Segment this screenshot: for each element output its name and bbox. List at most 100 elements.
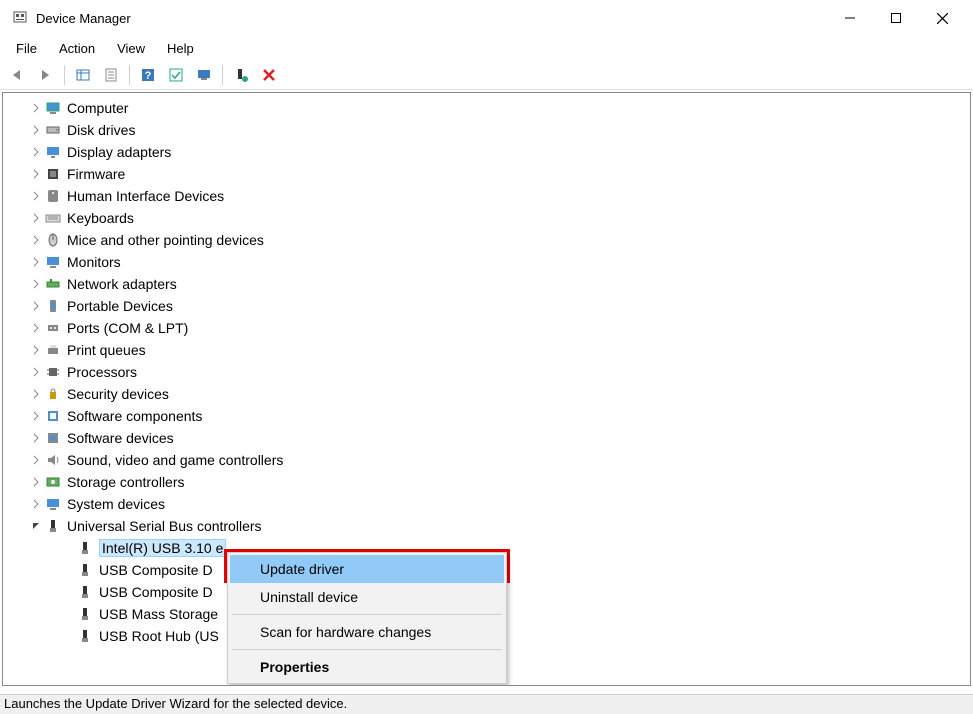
maximize-button[interactable] [873, 3, 919, 33]
menu-help[interactable]: Help [157, 39, 204, 58]
tree-category[interactable]: Ports (COM & LPT) [29, 317, 970, 339]
portable-icon [45, 298, 61, 314]
status-text: Launches the Update Driver Wizard for th… [4, 696, 347, 711]
forward-button[interactable] [34, 63, 58, 87]
expand-chevron-icon[interactable] [29, 323, 43, 333]
scan-button[interactable] [164, 63, 188, 87]
properties-button[interactable] [99, 63, 123, 87]
ctx-properties[interactable]: Properties [230, 653, 504, 681]
minimize-button[interactable] [827, 3, 873, 33]
tree-category[interactable]: Mice and other pointing devices [29, 229, 970, 251]
firmware-icon [45, 166, 61, 182]
expand-chevron-icon[interactable] [29, 367, 43, 377]
ports-icon [45, 320, 61, 336]
category-label: Software components [67, 408, 202, 424]
svg-text:?: ? [145, 70, 152, 82]
enable-button[interactable] [229, 63, 253, 87]
tree-category[interactable]: Monitors [29, 251, 970, 273]
uninstall-button[interactable] [257, 63, 281, 87]
expand-chevron-icon[interactable] [29, 103, 43, 113]
tree-category[interactable]: Processors [29, 361, 970, 383]
expand-chevron-icon[interactable] [29, 191, 43, 201]
category-label: System devices [67, 496, 165, 512]
expand-chevron-icon[interactable] [29, 125, 43, 135]
category-label: Ports (COM & LPT) [67, 320, 188, 336]
ctx-scan-hardware[interactable]: Scan for hardware changes [230, 618, 504, 646]
ctx-uninstall-device[interactable]: Uninstall device [230, 583, 504, 611]
monitor-icon [45, 254, 61, 270]
tree-category[interactable]: Firmware [29, 163, 970, 185]
tree-category[interactable]: Software devices [29, 427, 970, 449]
storage-icon [45, 474, 61, 490]
category-label: Monitors [67, 254, 121, 270]
usb-device-icon [77, 540, 93, 556]
tree-category[interactable]: Security devices [29, 383, 970, 405]
category-label: Network adapters [67, 276, 177, 292]
category-label: Mice and other pointing devices [67, 232, 264, 248]
tree-category[interactable]: Sound, video and game controllers [29, 449, 970, 471]
expand-chevron-icon[interactable] [29, 235, 43, 245]
tree-category[interactable]: Storage controllers [29, 471, 970, 493]
expand-chevron-icon[interactable] [29, 147, 43, 157]
category-label: Universal Serial Bus controllers [67, 518, 262, 534]
expand-chevron-icon[interactable] [29, 411, 43, 421]
ctx-update-driver[interactable]: Update driver [230, 555, 504, 583]
status-bar: Launches the Update Driver Wizard for th… [0, 694, 973, 714]
tree-category[interactable]: Keyboards [29, 207, 970, 229]
display-icon [45, 144, 61, 160]
tree-category[interactable]: Display adapters [29, 141, 970, 163]
expand-chevron-icon[interactable] [29, 455, 43, 465]
tree-category[interactable]: Disk drives [29, 119, 970, 141]
category-label: Processors [67, 364, 137, 380]
device-label: Intel(R) USB 3.10 e [102, 540, 223, 556]
tree-category[interactable]: Portable Devices [29, 295, 970, 317]
usb-device-icon [77, 562, 93, 578]
device-label: USB Root Hub (US [99, 628, 219, 644]
tree-category[interactable]: Computer [29, 97, 970, 119]
tree-category[interactable]: Universal Serial Bus controllers [29, 515, 970, 537]
mouse-icon [45, 232, 61, 248]
expand-chevron-icon[interactable] [29, 521, 43, 531]
expand-chevron-icon[interactable] [29, 279, 43, 289]
category-label: Sound, video and game controllers [67, 452, 283, 468]
sound-icon [45, 452, 61, 468]
category-label: Display adapters [67, 144, 171, 160]
category-label: Human Interface Devices [67, 188, 224, 204]
expand-chevron-icon[interactable] [29, 477, 43, 487]
ctx-separator [232, 649, 502, 650]
content-area: Computer Disk drives Display adapters Firmw… [2, 92, 971, 686]
expand-chevron-icon[interactable] [29, 389, 43, 399]
usb-icon [45, 518, 61, 534]
usb-device-icon [77, 628, 93, 644]
expand-chevron-icon[interactable] [29, 213, 43, 223]
window-controls [827, 3, 965, 33]
context-menu: Update driver Uninstall device Scan for … [227, 552, 507, 684]
update-driver-button[interactable] [192, 63, 216, 87]
toolbar-separator [129, 65, 130, 85]
back-button[interactable] [6, 63, 30, 87]
expand-chevron-icon[interactable] [29, 499, 43, 509]
expand-chevron-icon[interactable] [29, 169, 43, 179]
tree-category[interactable]: Human Interface Devices [29, 185, 970, 207]
tree-category[interactable]: System devices [29, 493, 970, 515]
expand-chevron-icon[interactable] [29, 433, 43, 443]
tree-category[interactable]: Print queues [29, 339, 970, 361]
help-button[interactable]: ? [136, 63, 160, 87]
show-hidden-button[interactable] [71, 63, 95, 87]
category-label: Computer [67, 100, 128, 116]
computer-icon [45, 100, 61, 116]
toolbar: ? [0, 60, 973, 90]
device-label: USB Composite D [99, 584, 213, 600]
expand-chevron-icon[interactable] [29, 345, 43, 355]
menu-action[interactable]: Action [49, 39, 105, 58]
tree-category[interactable]: Network adapters [29, 273, 970, 295]
menu-view[interactable]: View [107, 39, 155, 58]
tree-category[interactable]: Software components [29, 405, 970, 427]
window-title: Device Manager [36, 11, 827, 26]
expand-chevron-icon[interactable] [29, 257, 43, 267]
network-icon [45, 276, 61, 292]
close-button[interactable] [919, 3, 965, 33]
menu-file[interactable]: File [6, 39, 47, 58]
expand-chevron-icon[interactable] [29, 301, 43, 311]
toolbar-separator [64, 65, 65, 85]
